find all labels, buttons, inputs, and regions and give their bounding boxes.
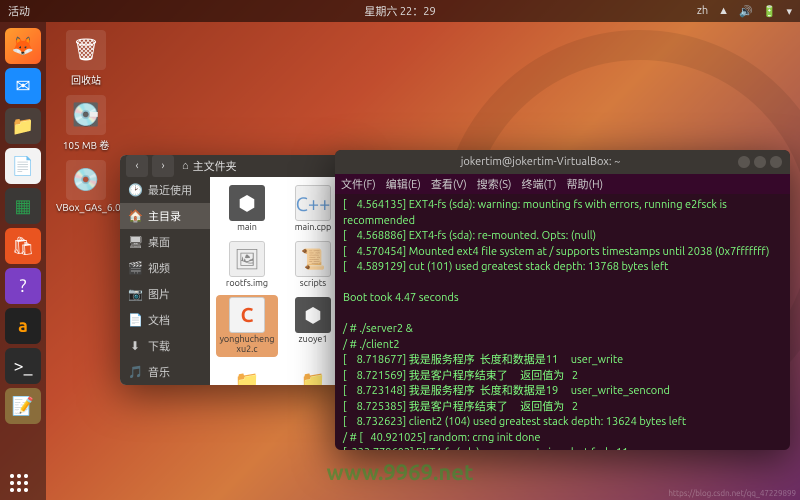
file-label: main.cpp <box>284 223 342 233</box>
back-button[interactable]: ‹ <box>126 155 148 177</box>
window-close-button[interactable] <box>770 156 782 168</box>
sidebar-item-icon: 🎬 <box>128 261 142 275</box>
file-label: yonghuchengxu2.c <box>218 335 276 355</box>
terminal-titlebar: jokertim@jokertim-VirtualBox: ~ <box>335 150 790 174</box>
battery-icon[interactable]: 🔋 <box>763 5 777 18</box>
desktop-icon[interactable]: 💽 105 MB 卷 <box>56 95 116 152</box>
path-label: 主文件夹 <box>193 158 237 174</box>
file-label: rootfs.img <box>218 279 276 289</box>
sidebar-item[interactable]: ⬇ 下载 <box>120 333 210 359</box>
dock-firefox[interactable]: 🦊 <box>5 28 41 64</box>
file-item[interactable]: 📁文档 <box>216 361 278 385</box>
home-icon: ⌂ <box>182 160 189 172</box>
sidebar-item[interactable]: 🎬 视频 <box>120 255 210 281</box>
file-item[interactable]: ⬢ main <box>216 183 278 235</box>
system-menu-icon[interactable]: ▾ <box>786 5 792 18</box>
sidebar-item-icon: 🎵 <box>128 365 142 379</box>
dock-calc[interactable]: ▦ <box>5 188 41 224</box>
file-item[interactable]: 🖼 rootfs.img <box>216 239 278 291</box>
file-icon: 📁 <box>295 363 331 385</box>
dock-software[interactable]: 🛍 <box>5 228 41 264</box>
files-headerbar: ‹ › ⌂ 主文件夹 <box>120 155 350 177</box>
sidebar-item[interactable]: 🖥 桌面 <box>120 229 210 255</box>
file-icon: ⬢ <box>229 185 265 221</box>
sidebar-item-label: 视频 <box>148 260 170 276</box>
sidebar-item[interactable]: 🕑 最近使用 <box>120 177 210 203</box>
terminal-title: jokertim@jokertim-VirtualBox: ~ <box>343 156 738 168</box>
dock-help[interactable]: ? <box>5 268 41 304</box>
file-icon: 🖼 <box>229 241 265 277</box>
desktop-icon-glyph: 💿 <box>66 160 106 200</box>
dock-writer[interactable]: 📄 <box>5 148 41 184</box>
sidebar-item[interactable]: 📄 文档 <box>120 307 210 333</box>
desktop-icon[interactable]: 💿 VBox_GAs_6.0.12 <box>56 160 116 213</box>
sidebar-item-label: 图片 <box>148 286 170 302</box>
file-label: main <box>218 223 276 233</box>
file-label: scripts <box>284 279 342 289</box>
desktop-icons: 🗑 回收站 💽 105 MB 卷 💿 VBox_GAs_6.0.12 <box>56 30 116 213</box>
dock-amazon[interactable]: a <box>5 308 41 344</box>
dock-thunderbird[interactable]: ✉ <box>5 68 41 104</box>
dock-files[interactable]: 📁 <box>5 108 41 144</box>
file-icon: 📜 <box>295 241 331 277</box>
activities-button[interactable]: 活动 <box>8 3 30 19</box>
sidebar-item-icon: 📄 <box>128 313 142 327</box>
sidebar-item-label: 最近使用 <box>148 182 192 198</box>
sidebar-item-icon: 🖥 <box>128 235 142 249</box>
sidebar-item[interactable]: 📷 图片 <box>120 281 210 307</box>
forward-button[interactable]: › <box>152 155 174 177</box>
file-label: zuoye1 <box>284 335 342 345</box>
desktop-icon-label: 105 MB 卷 <box>56 137 116 152</box>
sidebar-item[interactable]: 🎵 音乐 <box>120 359 210 385</box>
sidebar-item-icon: ⬇ <box>128 339 142 353</box>
file-icon: 📁 <box>229 363 265 385</box>
files-window: ‹ › ⌂ 主文件夹 🕑最近使用🏠主目录🖥桌面🎬视频📷图片📄文档⬇下载🎵音乐🗑回… <box>120 155 350 385</box>
path-bar[interactable]: ⌂ 主文件夹 <box>178 158 344 174</box>
terminal-menu-item[interactable]: 搜索(S) <box>477 176 512 192</box>
files-content: ⬢ main C++ main.cpp 🖼 rootfs.img 📜 scripts Cyong… <box>210 177 350 385</box>
sidebar-item-label: 音乐 <box>148 364 170 380</box>
sidebar-item-label: 下载 <box>148 338 170 354</box>
sidebar-item-label: 文档 <box>148 312 170 328</box>
sidebar-item-label: 主目录 <box>148 208 181 224</box>
input-method-indicator[interactable]: zh <box>697 5 708 17</box>
dock-text-editor[interactable]: 📝 <box>5 388 41 424</box>
file-icon: C <box>229 297 265 333</box>
volume-icon[interactable]: 🔊 <box>739 5 753 18</box>
desktop-icon-glyph: 💽 <box>66 95 106 135</box>
terminal-output[interactable]: [ 4.564135] EXT4-fs (sda): warning: moun… <box>335 194 790 450</box>
terminal-menubar: 文件(F) 编辑(E) 查看(V) 搜索(S) 终端(T) 帮助(H) <box>335 174 790 194</box>
file-item[interactable]: Cyonghuchengxu2.c <box>216 295 278 357</box>
show-applications-button[interactable] <box>10 474 28 492</box>
sidebar-item-icon: 🕑 <box>128 183 142 197</box>
top-bar: 活动 星期六 22：29 zh ▲ 🔊 🔋 ▾ <box>0 0 800 22</box>
sidebar-item-icon: 📷 <box>128 287 142 301</box>
terminal-menu-item[interactable]: 帮助(H) <box>567 176 604 192</box>
dock-terminal[interactable]: >_ <box>5 348 41 384</box>
window-maximize-button[interactable] <box>754 156 766 168</box>
clock[interactable]: 星期六 22：29 <box>364 3 435 19</box>
desktop-icon-label: VBox_GAs_6.0.12 <box>56 202 116 213</box>
source-url: https://blog.csdn.net/qq_47229899 <box>668 489 796 498</box>
sidebar-item-icon: 🏠 <box>128 209 142 223</box>
sidebar-item[interactable]: 🏠 主目录 <box>120 203 210 229</box>
desktop-icon[interactable]: 🗑 回收站 <box>56 30 116 87</box>
terminal-window: jokertim@jokertim-VirtualBox: ~ 文件(F) 编辑(… <box>335 150 790 450</box>
terminal-menu-item[interactable]: 编辑(E) <box>386 176 421 192</box>
window-minimize-button[interactable] <box>738 156 750 168</box>
dock: 🦊 ✉ 📁 📄 ▦ 🛍 ? a >_ 📝 <box>0 22 46 500</box>
watermark: www.9969.net <box>327 460 474 485</box>
terminal-menu-item[interactable]: 查看(V) <box>431 176 467 192</box>
files-sidebar: 🕑最近使用🏠主目录🖥桌面🎬视频📷图片📄文档⬇下载🎵音乐🗑回收站💿VBox_GA…… <box>120 177 210 385</box>
desktop-icon-label: 回收站 <box>56 72 116 87</box>
file-icon: ⬢ <box>295 297 331 333</box>
terminal-menu-item[interactable]: 终端(T) <box>521 176 556 192</box>
sidebar-item-label: 桌面 <box>148 234 170 250</box>
file-icon: C++ <box>295 185 331 221</box>
network-icon[interactable]: ▲ <box>718 5 729 17</box>
desktop-icon-glyph: 🗑 <box>66 30 106 70</box>
terminal-menu-item[interactable]: 文件(F) <box>341 176 376 192</box>
